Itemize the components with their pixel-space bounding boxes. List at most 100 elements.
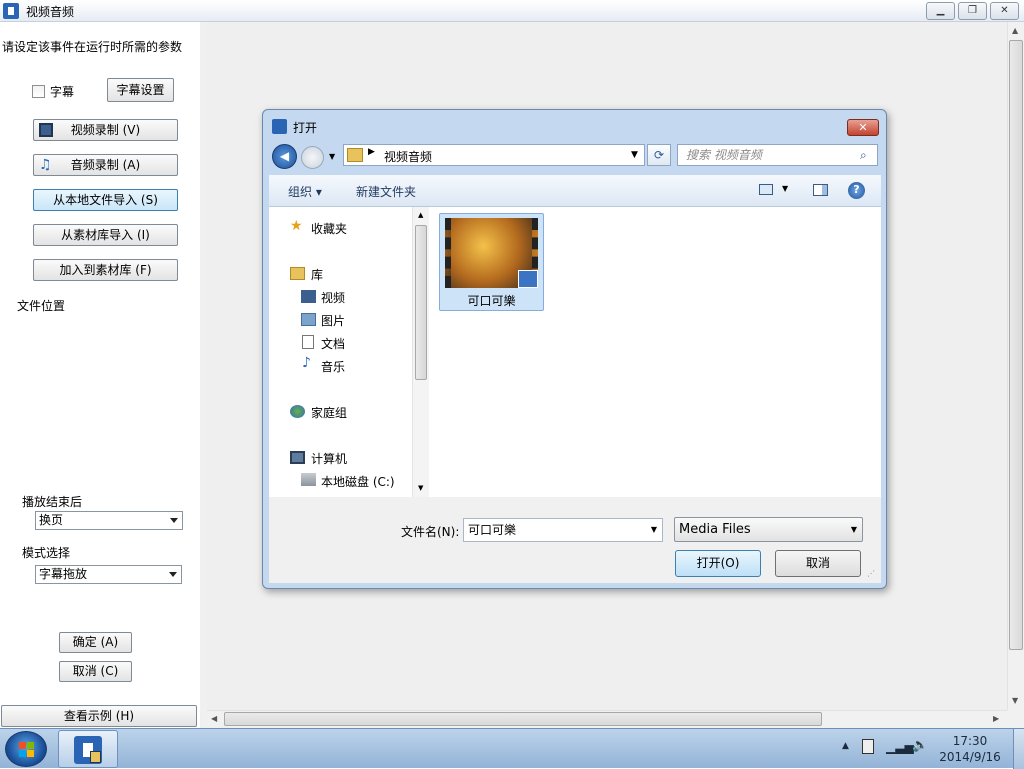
disk-icon [301, 473, 316, 486]
close-button[interactable]: ✕ [990, 2, 1019, 20]
audio-record-button[interactable]: ♫ 音频录制 (A) [33, 154, 178, 176]
taskbar-app-icon [74, 736, 102, 764]
nav-favorites[interactable]: 收藏夹 [311, 220, 347, 237]
nav-libraries[interactable]: 库 [311, 266, 323, 283]
clock[interactable]: 17:30 2014/9/16 [930, 733, 1010, 765]
address-path[interactable]: 视频音频 [384, 148, 432, 165]
file-type-select[interactable]: Media Files ▼ [674, 517, 863, 542]
add-to-library-button[interactable]: 加入到素材库 (F) [33, 259, 178, 281]
open-button[interactable]: 打开(O) [675, 550, 761, 577]
instruction-text: 请设定该事件在运行时所需的参数 [2, 40, 183, 54]
view-dropdown-icon[interactable]: ▼ [782, 184, 788, 193]
folder-icon [347, 148, 363, 162]
nav-computer[interactable]: 计算机 [311, 450, 347, 467]
breadcrumb-arrow-icon[interactable]: ▶ [368, 147, 375, 157]
import-from-library-button[interactable]: 从素材库导入 (I) [33, 224, 178, 246]
pictures-library-icon [301, 313, 316, 326]
start-button[interactable] [5, 731, 47, 767]
video-record-label: 视频录制 (V) [70, 123, 141, 137]
scroll-down-icon[interactable]: ▼ [1012, 696, 1018, 705]
refresh-icon[interactable]: ⟳ [647, 144, 671, 166]
navigation-pane: ★ 收藏夹 库 视频 图片 文档 ♪ 音乐 家庭组 计算机 本地磁盘 (C:) … [269, 207, 429, 497]
computer-icon [290, 451, 305, 464]
star-icon: ★ [290, 218, 303, 234]
show-hidden-icons-icon[interactable]: ▲ [842, 741, 849, 751]
mode-select[interactable]: 字幕拖放 [35, 565, 182, 584]
preview-pane-icon[interactable] [813, 184, 828, 196]
file-item[interactable]: 可口可樂 [439, 213, 544, 311]
nav-local-disk[interactable]: 本地磁盘 (C:) [321, 473, 395, 490]
music-note-icon: ♫ [39, 157, 52, 173]
scroll-right-icon[interactable]: ▶ [993, 714, 999, 723]
taskbar-app-button[interactable] [58, 730, 118, 768]
nav-scrollbar[interactable]: ▲ ▼ [412, 207, 429, 497]
new-folder-button[interactable]: 新建文件夹 [356, 183, 416, 200]
file-list-pane: 可口可樂 [429, 207, 881, 497]
back-button[interactable]: ◀ [272, 144, 297, 169]
forward-button[interactable] [301, 146, 324, 169]
help-icon[interactable]: ? [848, 182, 865, 199]
filename-input[interactable]: 可口可樂 ▼ [463, 518, 663, 542]
dialog-close-button[interactable]: ✕ [847, 119, 879, 136]
search-placeholder: 搜索 视频音频 [686, 148, 762, 162]
nav-scroll-thumb[interactable] [415, 225, 427, 380]
search-input[interactable]: 搜索 视频音频 ⌕ [677, 144, 878, 166]
subtitle-checkbox[interactable] [32, 85, 45, 98]
panel-splitter[interactable] [200, 22, 207, 728]
vertical-scroll-thumb[interactable] [1009, 40, 1023, 650]
dropdown-arrow-icon [170, 518, 178, 523]
subtitle-checkbox-label: 字幕 [50, 85, 75, 99]
shield-icon [90, 751, 101, 763]
file-type-dropdown-icon[interactable]: ▼ [851, 518, 857, 541]
horizontal-scrollbar[interactable]: ◀ ▶ [207, 710, 1007, 728]
main-title-bar: 视频音频 ▁ ❐ ✕ [0, 0, 1024, 22]
cancel-button[interactable]: 取消 (C) [59, 661, 132, 682]
after-play-label: 播放结束后 [22, 495, 83, 509]
after-play-select[interactable]: 换页 [35, 511, 183, 530]
filename-label: 文件名(N): [401, 525, 460, 539]
dropdown-arrow-icon [169, 572, 177, 577]
video-record-button[interactable]: 视频录制 (V) [33, 119, 178, 141]
nav-scroll-down-icon[interactable]: ▼ [418, 484, 423, 492]
address-bar[interactable]: ▶ 视频音频 ▼ [343, 144, 645, 166]
dialog-toolbar: 组织 ▾ 新建文件夹 ▼ ? [269, 175, 881, 207]
open-file-dialog: 打开 ✕ ◀ ▼ ▶ 视频音频 ▼ ⟳ 搜索 视频音频 ⌕ 组织 ▾ 新建文件夹… [262, 109, 887, 589]
address-dropdown-icon[interactable]: ▼ [631, 150, 638, 160]
resize-grip-icon[interactable]: ⋰ [867, 569, 875, 578]
restore-button[interactable]: ❐ [958, 2, 987, 20]
scroll-left-icon[interactable]: ◀ [211, 714, 217, 723]
minimize-button[interactable]: ▁ [926, 2, 955, 20]
nav-homegroup[interactable]: 家庭组 [311, 404, 347, 421]
library-icon [290, 267, 305, 280]
window-title: 视频音频 [26, 5, 75, 19]
volume-icon[interactable]: 🔈 [912, 738, 928, 753]
import-local-file-button[interactable]: 从本地文件导入 (S) [33, 189, 178, 211]
show-desktop-button[interactable] [1013, 729, 1024, 769]
scroll-up-icon[interactable]: ▲ [1012, 26, 1018, 35]
search-icon[interactable]: ⌕ [860, 145, 867, 165]
dialog-cancel-button[interactable]: 取消 [775, 550, 861, 577]
device-icon[interactable] [862, 739, 874, 754]
ok-button[interactable]: 确定 (A) [59, 632, 132, 653]
organize-menu[interactable]: 组织 ▾ [288, 183, 322, 200]
view-options-icon[interactable] [759, 184, 773, 195]
nav-videos[interactable]: 视频 [321, 289, 345, 306]
mode-label: 模式选择 [22, 546, 71, 560]
video-library-icon [301, 290, 316, 303]
network-icon[interactable]: ▁▃▅ [886, 740, 914, 754]
history-dropdown-icon[interactable]: ▼ [329, 152, 335, 161]
filename-dropdown-icon[interactable]: ▼ [651, 519, 657, 541]
vertical-scrollbar[interactable]: ▲ ▼ [1007, 22, 1024, 710]
nav-music[interactable]: 音乐 [321, 358, 345, 375]
windows-logo-yellow [27, 750, 34, 757]
dialog-title: 打开 [293, 121, 318, 135]
windows-logo-green [27, 742, 34, 749]
nav-documents[interactable]: 文档 [321, 335, 345, 352]
windows-logo-blue [19, 750, 26, 757]
view-example-button[interactable]: 查看示例 (H) [1, 705, 197, 727]
nav-pictures[interactable]: 图片 [321, 312, 345, 329]
nav-scroll-up-icon[interactable]: ▲ [418, 211, 423, 219]
subtitle-settings-button[interactable]: 字幕设置 [107, 78, 174, 102]
filename-value: 可口可樂 [468, 523, 517, 537]
horizontal-scroll-thumb[interactable] [224, 712, 822, 726]
